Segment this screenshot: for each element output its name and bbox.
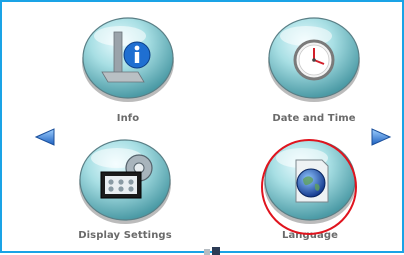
next-page-button[interactable] xyxy=(370,126,392,152)
main-frame: Info Date and Time Display Settings Lang… xyxy=(0,0,404,255)
display-settings-button[interactable] xyxy=(77,132,173,228)
left-arrow-icon xyxy=(34,128,55,146)
info-tile[interactable]: Info xyxy=(63,10,193,124)
info-label: Info xyxy=(116,113,140,124)
date-time-label: Date and Time xyxy=(272,113,356,124)
previous-page-button[interactable] xyxy=(34,126,56,152)
info-button[interactable] xyxy=(80,10,176,106)
date-time-tile[interactable]: Date and Time xyxy=(249,10,379,124)
date-time-button[interactable] xyxy=(266,10,362,106)
display-settings-label: Display Settings xyxy=(78,230,172,241)
display-settings-tile[interactable]: Display Settings xyxy=(60,132,190,244)
clock-icon xyxy=(293,39,335,81)
language-highlight-ring xyxy=(261,139,357,235)
right-arrow-icon xyxy=(371,128,392,146)
page-indicator xyxy=(204,247,220,255)
